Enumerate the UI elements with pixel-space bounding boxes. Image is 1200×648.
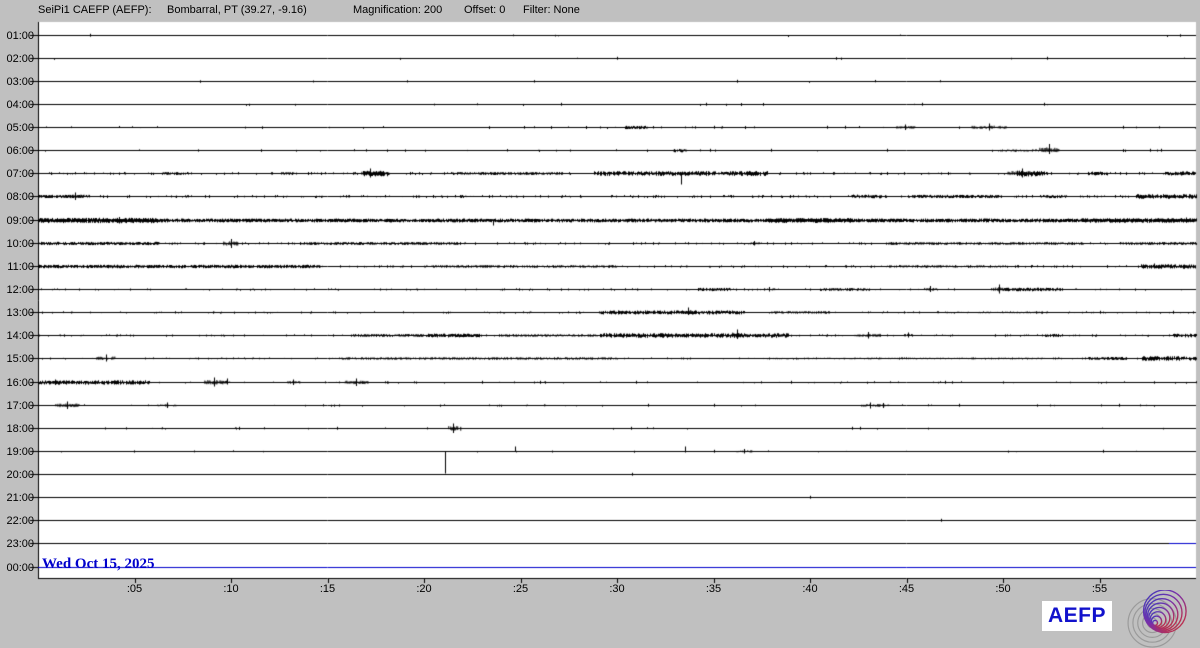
minute-label: :45 <box>898 583 915 595</box>
hour-label: 04:00 <box>6 99 34 111</box>
date-label: Wed Oct 15, 2025 <box>42 556 155 572</box>
station-id-label: SeiPi1 CAEFP (AEFP): <box>38 4 152 16</box>
aefp-logo-text: AEFP <box>1042 601 1112 631</box>
hour-label: 16:00 <box>6 377 34 389</box>
hour-label: 17:00 <box>6 400 34 412</box>
hour-label: 21:00 <box>6 492 34 504</box>
station-location-label: Bombarral, PT (39.27, -9.16) <box>167 4 307 16</box>
hour-label: 09:00 <box>6 215 34 227</box>
hour-label: 02:00 <box>6 53 34 65</box>
minute-label: :10 <box>223 583 239 595</box>
hour-label: 06:00 <box>6 145 34 157</box>
filter-readout: Filter: None <box>523 4 580 16</box>
hour-label: 14:00 <box>6 330 34 342</box>
aefp-logo-label: AEFP <box>1047 604 1106 627</box>
hour-label: 00:00 <box>6 562 34 574</box>
hour-label: 20:00 <box>6 469 34 481</box>
minute-label: :15 <box>319 583 336 595</box>
spiral-colored-rings <box>1142 590 1187 634</box>
hour-label: 07:00 <box>6 168 34 180</box>
magnification-readout: Magnification: 200 <box>353 4 443 16</box>
hour-label: 13:00 <box>6 307 34 319</box>
minute-label: :40 <box>802 583 818 595</box>
hour-label: 23:00 <box>6 538 34 550</box>
minute-label: :30 <box>609 583 625 595</box>
hour-label: 19:00 <box>6 446 34 458</box>
minute-label: :50 <box>995 583 1011 595</box>
hour-label: 01:00 <box>6 30 34 42</box>
seismogram-plot-area[interactable] <box>0 0 1200 648</box>
minute-label: :05 <box>126 583 143 595</box>
hour-label: 15:00 <box>6 353 34 365</box>
minute-label: :20 <box>416 583 432 595</box>
hour-label: 18:00 <box>6 423 34 435</box>
hour-label: 12:00 <box>6 284 34 296</box>
minute-label: :25 <box>512 583 529 595</box>
hour-label: 22:00 <box>6 515 34 527</box>
hour-label: 08:00 <box>6 191 34 203</box>
offset-readout: Offset: 0 <box>464 4 506 16</box>
hour-label: 05:00 <box>6 122 34 134</box>
hour-label: 11:00 <box>7 261 34 273</box>
aefp-spiral-logo-icon <box>1127 590 1187 648</box>
hour-label: 03:00 <box>6 76 34 88</box>
helicorder-window: SeiPi1 CAEFP (AEFP): Bombarral, PT (39.2… <box>0 0 1200 648</box>
minute-label: :55 <box>1091 583 1108 595</box>
minute-label: :35 <box>705 583 722 595</box>
hour-label: 10:00 <box>6 238 34 250</box>
